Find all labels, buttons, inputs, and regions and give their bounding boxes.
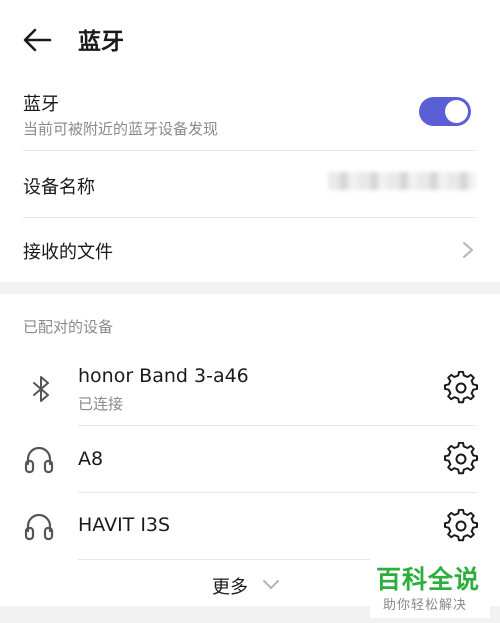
gear-icon[interactable] [444, 509, 478, 543]
watermark-title: 百科全说 [376, 565, 481, 594]
bluetooth-visibility-subtitle: 当前可被附近的蓝牙设备发现 [23, 120, 219, 138]
device-status: 已连接 [78, 395, 124, 413]
watermark-logo: 百科全说 助你轻松解决 [370, 558, 490, 618]
paired-device-row[interactable]: HAVIT I3S [0, 493, 500, 559]
paired-devices-header: 已配对的设备 [23, 318, 114, 336]
device-name-value-redacted [328, 172, 476, 190]
more-label: 更多 [212, 577, 248, 598]
chevron-right-icon [463, 242, 473, 258]
paired-device-row[interactable]: honor Band 3-a46 已连接 [0, 352, 500, 424]
page-title: 蓝牙 [78, 29, 124, 55]
received-files-label: 接收的文件 [23, 242, 113, 263]
back-button[interactable] [20, 24, 56, 56]
bluetooth-label: 蓝牙 [23, 94, 59, 115]
top-app-bar: 蓝牙 [0, 0, 500, 80]
device-name: honor Band 3-a46 [78, 365, 249, 387]
device-name-label: 设备名称 [23, 177, 95, 198]
bluetooth-toggle-row[interactable]: 蓝牙 当前可被附近的蓝牙设备发现 [0, 82, 500, 150]
gear-icon[interactable] [444, 371, 478, 405]
device-name: HAVIT I3S [78, 514, 171, 536]
paired-device-row[interactable]: A8 [0, 426, 500, 492]
headphones-icon [24, 513, 54, 541]
switch-knob [445, 100, 468, 123]
gear-icon[interactable] [444, 442, 478, 476]
headphones-icon [24, 446, 54, 474]
bluetooth-switch[interactable] [419, 97, 471, 126]
watermark-subtitle: 助你轻松解决 [383, 598, 468, 613]
back-arrow-icon [23, 28, 52, 52]
chevron-down-icon [263, 580, 279, 589]
received-files-row[interactable]: 接收的文件 [0, 218, 500, 282]
bluetooth-icon [33, 376, 49, 402]
device-name: A8 [78, 448, 104, 470]
section-separator [0, 282, 500, 294]
